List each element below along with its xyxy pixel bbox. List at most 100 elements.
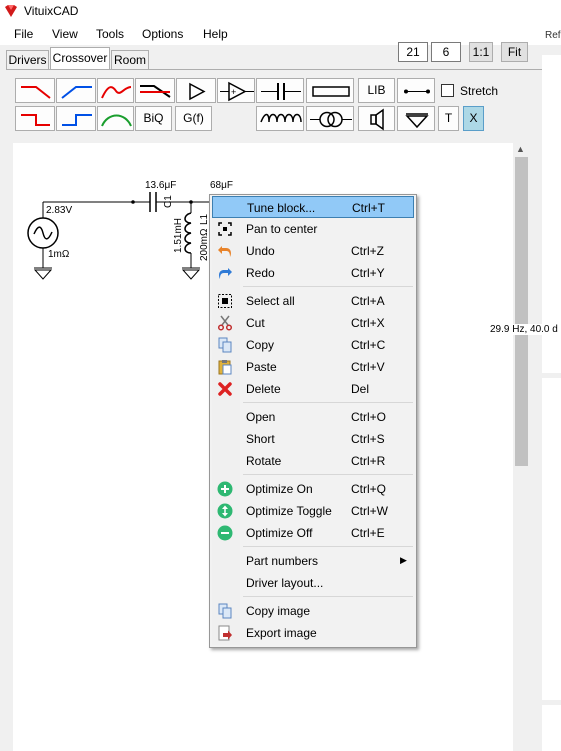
menu-view[interactable]: View [52,27,78,41]
tab-room[interactable]: Room [111,50,149,70]
zoom-value-1[interactable]: 21 [398,42,428,62]
bandpass-red-icon [101,86,132,99]
menu-file[interactable]: File [14,27,33,41]
copy-icon [218,337,232,353]
fit-button[interactable]: Fit [501,42,528,62]
highpass-blue-button[interactable] [56,78,96,103]
ratio-button[interactable]: 1:1 [469,42,493,62]
wire-icon [404,89,430,94]
transfer-function-button[interactable]: G(f) [175,106,212,131]
svg-text:+: + [231,87,236,97]
menu-separator [243,474,413,475]
right-chart-pane [542,55,561,751]
scrollbar-thumb[interactable] [515,157,528,466]
x-toggle-button[interactable]: X [463,106,484,131]
menu-item-copy[interactable]: Copy Ctrl+C [212,334,414,356]
summing-amp-icon: + [220,81,254,102]
summing-amp-button[interactable]: + [217,78,255,103]
menu-item-select-all[interactable]: Select all Ctrl+A [212,290,414,312]
menu-item-label: Cut [246,316,265,330]
menu-item-label: Rotate [246,454,282,468]
stretch-checkbox[interactable] [441,84,454,97]
text-button[interactable]: T [438,106,459,131]
capacitor-c1-name: C1 [163,195,174,208]
capacitor-button[interactable] [256,78,304,103]
shelf-filter-icon [140,85,171,98]
resistor-button[interactable] [306,78,354,103]
context-menu: Tune block... Ctrl+T Pan to center Undo … [209,194,417,648]
inductor-button[interactable] [256,106,304,131]
shelf-filter-button[interactable] [135,78,175,103]
bandpass-green-button[interactable] [97,106,134,131]
scroll-up-arrow-icon[interactable]: ▲ [516,144,525,154]
menu-item-label: Export image [246,626,317,640]
menu-options[interactable]: Options [142,27,183,41]
copy-image-icon [218,603,232,619]
app-logo-icon [5,5,17,17]
capacitor-c1-value: 13.6μF [145,180,177,191]
lowpass-red-icon [21,86,51,99]
tab-crossover[interactable]: Crossover [50,47,110,69]
menu-item-label: Delete [246,382,281,396]
menu-item-export-image[interactable]: Export image [212,622,414,644]
source-voltage-label: 2.83V [46,205,73,216]
pan-center-icon [218,222,232,236]
minus-circle-icon [217,525,233,541]
buffer-button[interactable] [176,78,216,103]
menu-item-shortcut: Ctrl+Q [351,482,387,496]
menu-tools[interactable]: Tools [96,27,124,41]
menu-item-cut[interactable]: Cut Ctrl+X [212,312,414,334]
menu-item-copy-image[interactable]: Copy image [212,600,414,622]
menu-item-driver-layout[interactable]: Driver layout... [212,572,414,594]
tab-drivers[interactable]: Drivers [6,50,49,70]
delete-x-icon [218,382,232,396]
biquad-button[interactable]: BiQ [135,106,172,131]
highpass-blue-2-button[interactable] [56,106,96,131]
zoom-value-2[interactable]: 6 [431,42,461,62]
source-impedance-label: 1mΩ [48,249,70,260]
menu-item-redo[interactable]: Redo Ctrl+Y [212,262,414,284]
menu-item-open[interactable]: Open Ctrl+O [212,406,414,428]
menu-item-paste[interactable]: Paste Ctrl+V [212,356,414,378]
plus-circle-icon [217,481,233,497]
menu-item-optimize-off[interactable]: Optimize Off Ctrl+E [212,522,414,544]
menu-item-optimize-on[interactable]: Optimize On Ctrl+Q [212,478,414,500]
menu-separator [243,286,413,287]
menu-item-optimize-toggle[interactable]: Optimize Toggle Ctrl+W [212,500,414,522]
menu-item-part-numbers[interactable]: Part numbers ▶ [212,550,414,572]
menu-item-shortcut: Del [351,382,370,396]
driver-button[interactable] [358,106,395,131]
menu-item-label: Select all [246,294,295,308]
library-button[interactable]: LIB [358,78,395,103]
menu-item-label: Driver layout... [246,576,324,590]
window-title: VituixCAD [24,4,79,18]
transformer-button[interactable] [306,106,354,131]
lowpass-red-button[interactable] [15,78,55,103]
menu-item-short[interactable]: Short Ctrl+S [212,428,414,450]
menu-item-delete[interactable]: Delete Del [212,378,414,400]
menu-item-shortcut: Ctrl+C [351,338,386,352]
menu-item-label: Undo [246,244,275,258]
menu-help[interactable]: Help [203,27,228,41]
highpass-blue-icon [61,86,92,99]
menu-item-label: Copy [246,338,275,352]
menu-item-tune-block[interactable]: Tune block... Ctrl+T [212,196,414,218]
menu-item-shortcut: Ctrl+Z [351,244,384,258]
toggle-circle-icon [217,503,233,519]
menu-item-shortcut: Ctrl+T [352,201,385,215]
wire-button[interactable] [397,78,435,103]
highpass-step-blue-icon [62,114,92,126]
lowpass-red-2-button[interactable] [15,106,55,131]
bandpass-red-button[interactable] [97,78,134,103]
menu-item-shortcut: Ctrl+V [351,360,385,374]
export-image-icon [218,625,232,641]
menu-item-shortcut: Ctrl+W [351,504,388,518]
menu-item-label: Redo [246,266,275,280]
menu-item-undo[interactable]: Undo Ctrl+Z [212,240,414,262]
menu-item-shortcut: Ctrl+X [351,316,385,330]
stretch-label: Stretch [460,84,499,98]
menu-item-rotate[interactable]: Rotate Ctrl+R [212,450,414,472]
menu-item-pan-to-center[interactable]: Pan to center [212,218,414,240]
ground-button[interactable] [397,106,435,131]
title-bar: VituixCAD [0,0,561,23]
